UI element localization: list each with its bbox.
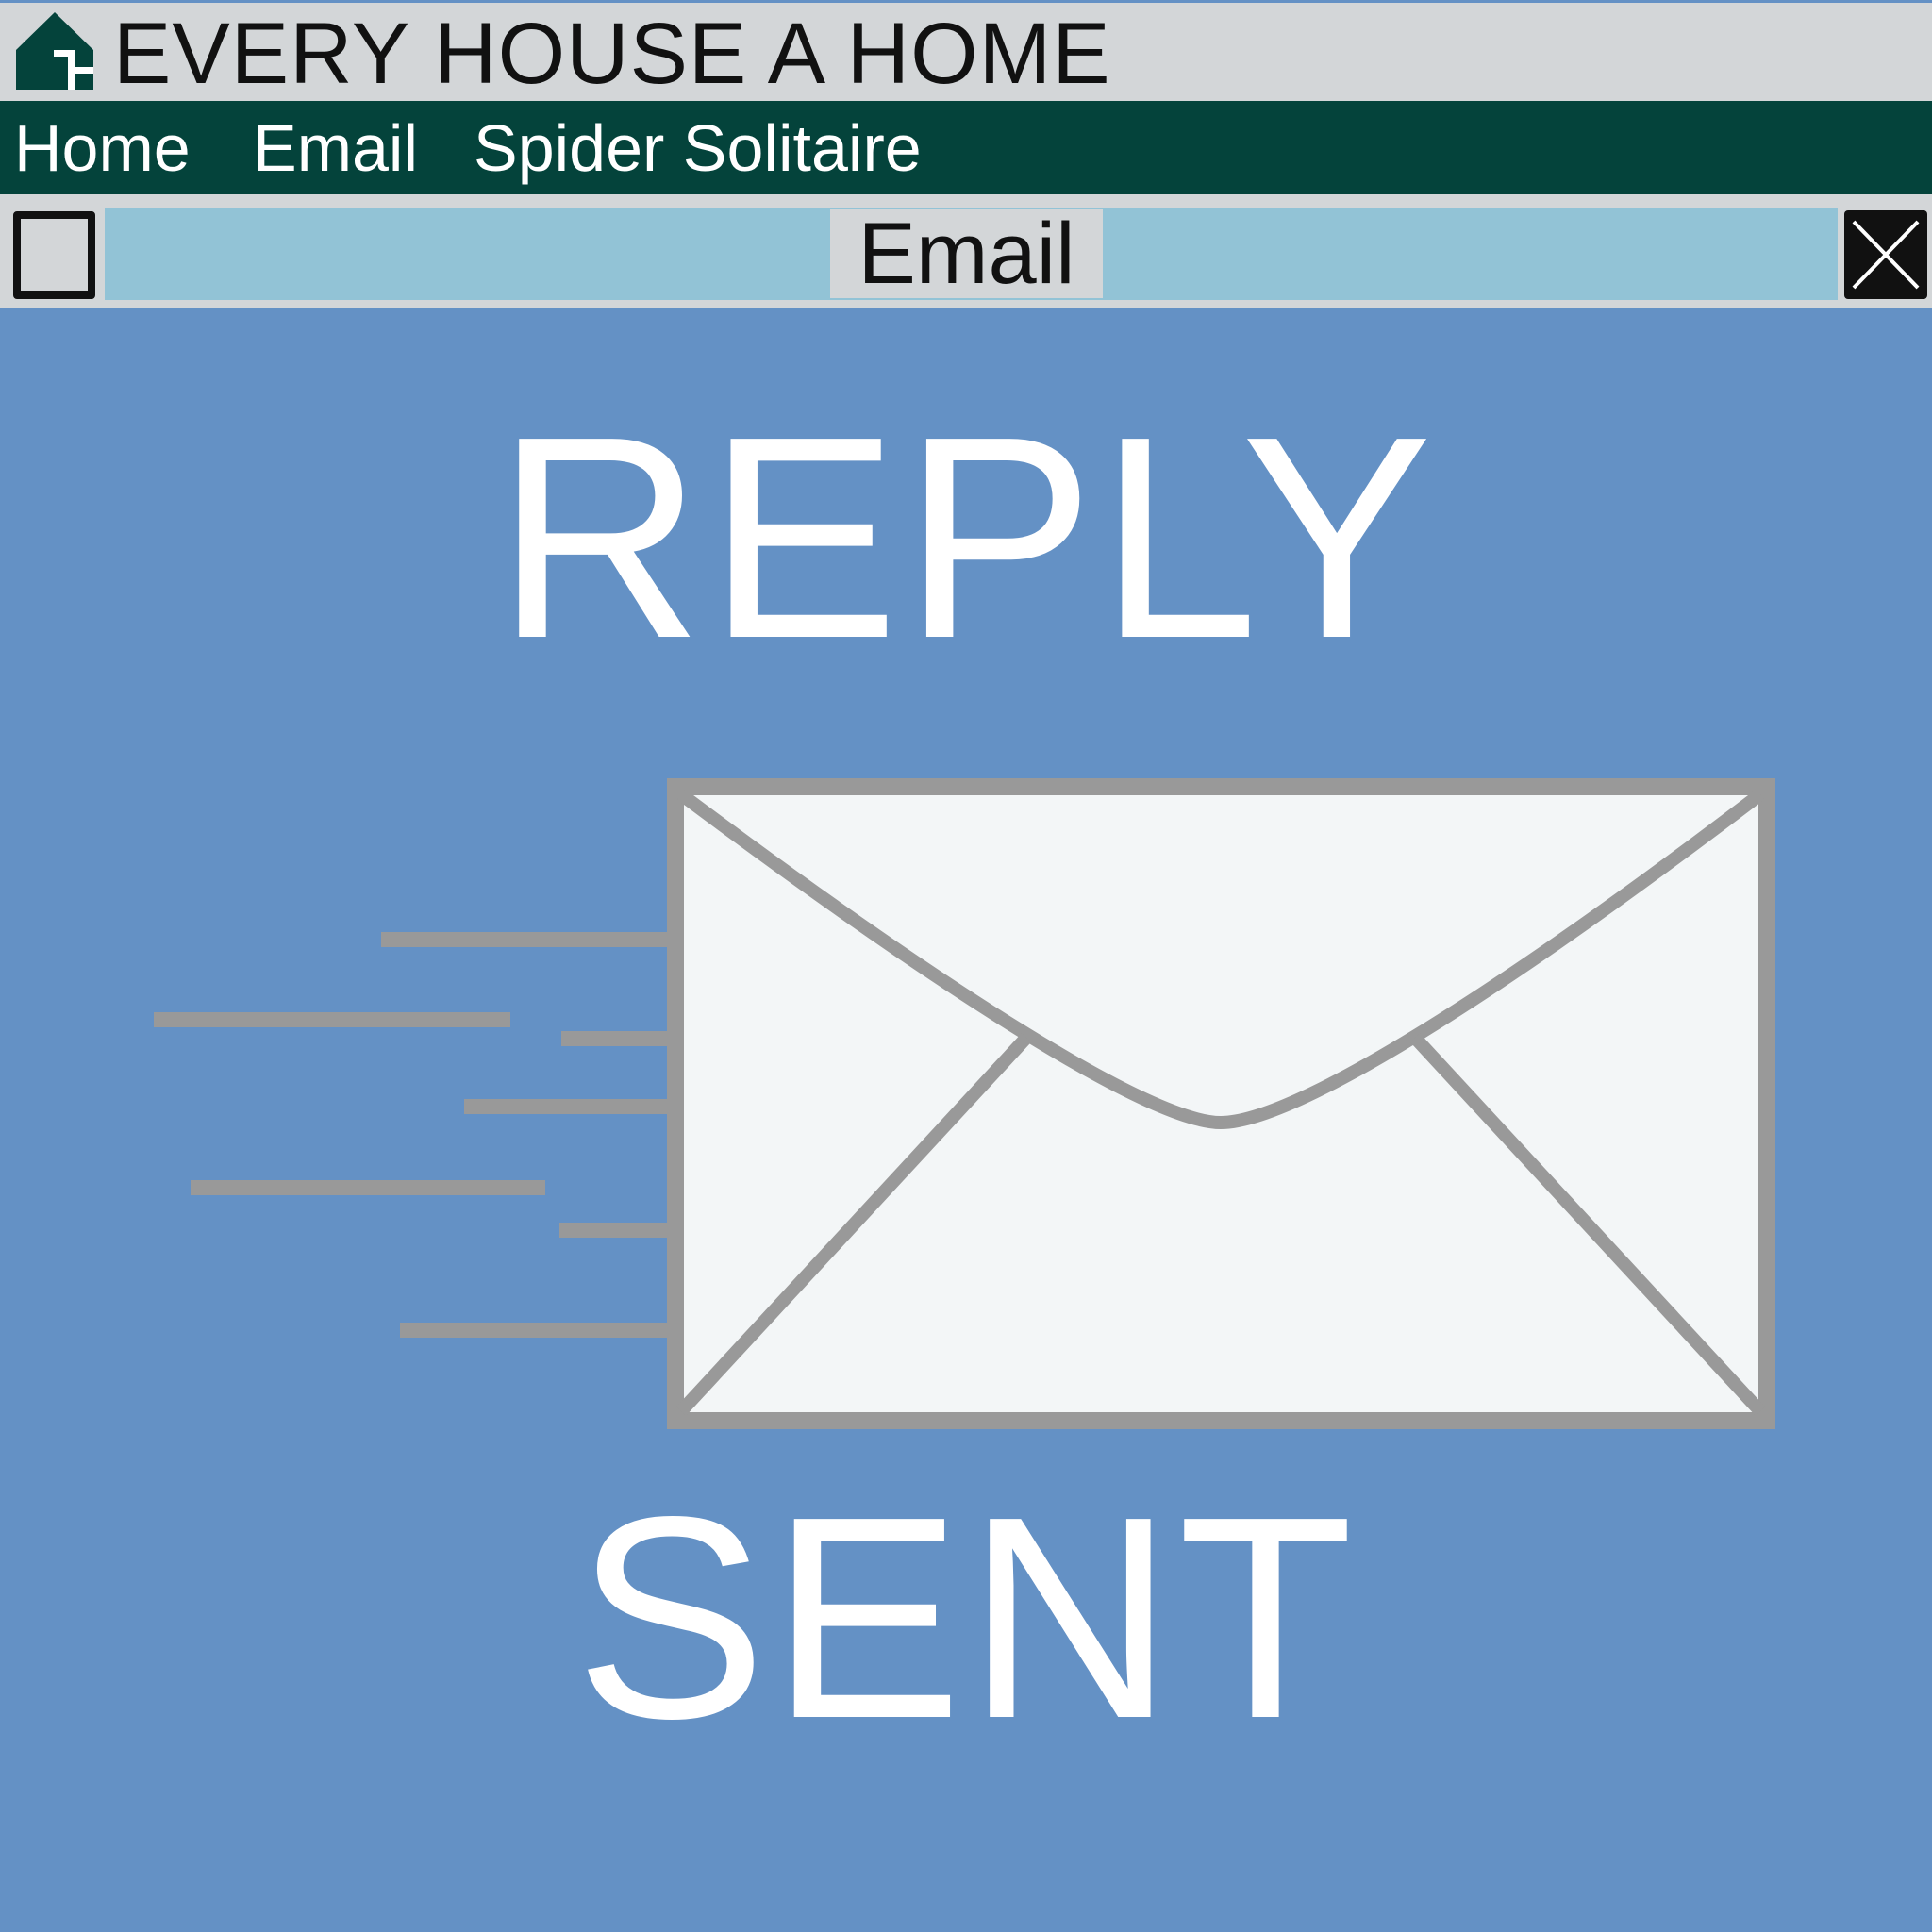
sent-heading: SENT <box>575 1457 1357 1778</box>
